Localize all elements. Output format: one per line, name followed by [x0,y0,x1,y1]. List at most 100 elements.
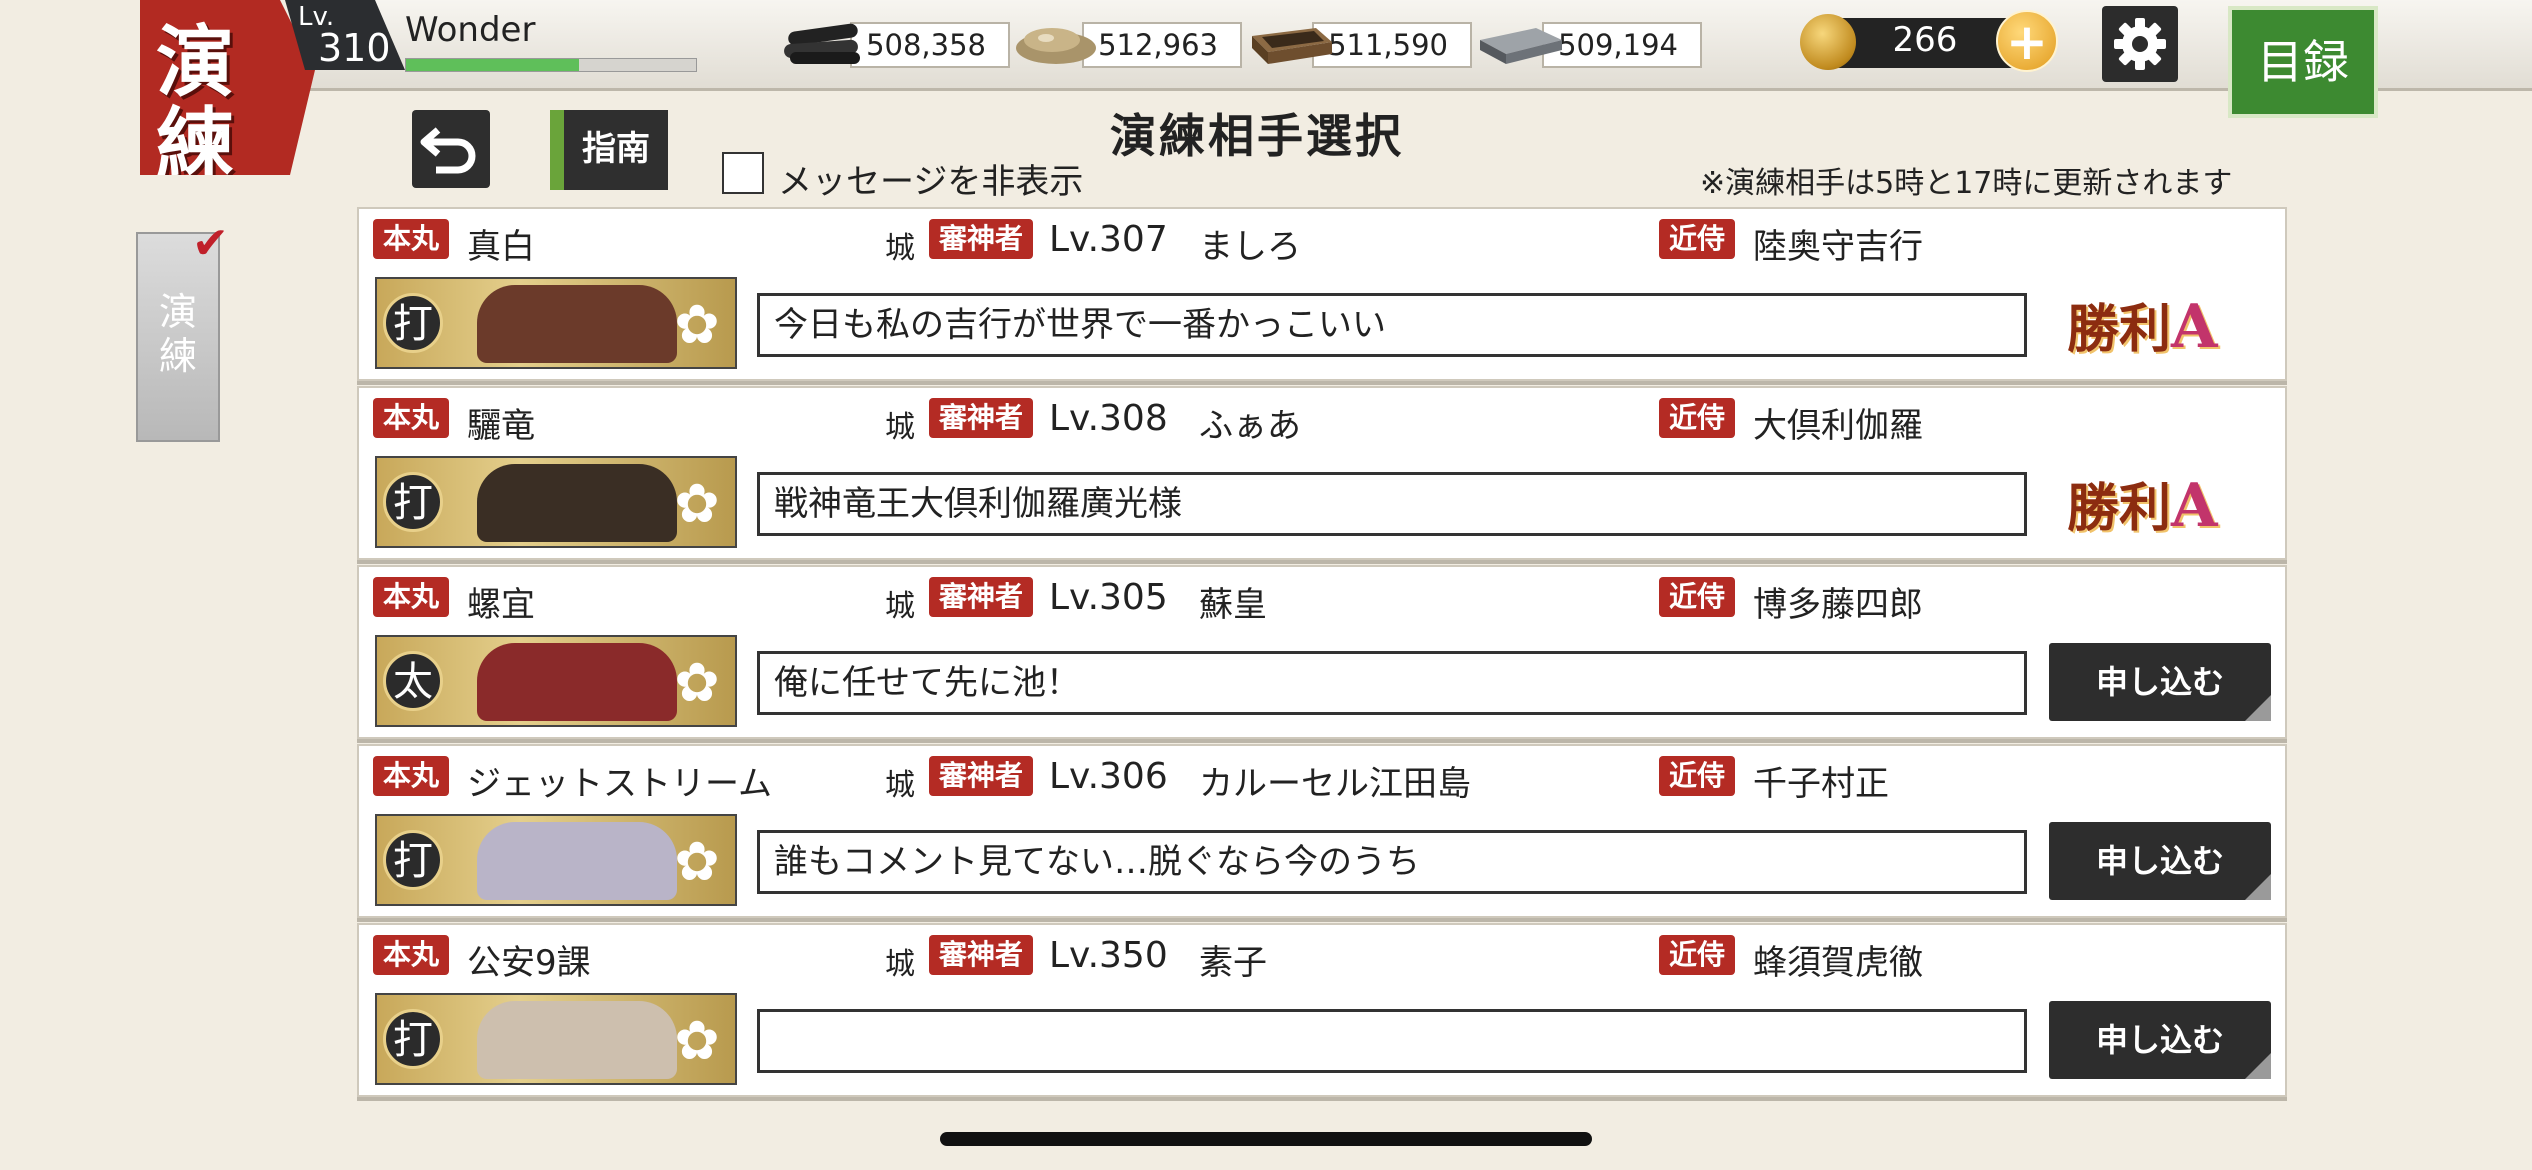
guide-button[interactable]: 指南 [550,110,668,190]
result-text: 勝利 [2067,299,2172,360]
saniwa-level: Lv.308 [1049,398,1168,439]
honmaru-tag: 本丸 [373,935,450,975]
sword-type-badge: 打 [383,1009,443,1069]
back-button[interactable] [412,110,490,188]
attendant-name: 陸奥守吉行 [1753,227,1923,267]
side-tab-label-1: 演 [158,290,197,334]
player-name: Wonder [405,10,536,50]
settings-button[interactable] [2102,6,2178,82]
opponent-message: 今日も私の吉行が世界で一番かっこいい [757,293,2027,357]
honmaru-tag: 本丸 [373,219,450,259]
attendant-tag: 近侍 [1659,577,1736,617]
hide-messages-label: メッセージを非表示 [778,162,1084,202]
character-face [477,464,677,542]
mode-badge-char-bottom: 練 [156,99,235,190]
saniwa-tag: 審神者 [929,219,1034,259]
apply-button[interactable]: 申し込む [2049,1001,2271,1079]
resource-whetstone-value: 509,194 [1542,22,1702,68]
page-title: 演練相手選択 [1110,109,1404,163]
saniwa-name: ましろ [1199,227,1301,267]
saniwa-name: ふぁあ [1199,406,1301,446]
cherry-blossom-icon: ✿ [674,293,720,356]
saniwa-tag: 審神者 [929,756,1034,796]
gear-icon [2114,18,2166,70]
castle-label: 城 [885,410,915,445]
honmaru-name: 驪竜 [467,406,535,446]
saniwa-name: 素子 [1199,943,1267,983]
opponent-card[interactable]: 本丸 真白城審神者 Lv.307 ましろ 近侍 陸奥守吉行打 ✿ 今日も私の吉行が世界で一番か… [357,207,2287,381]
honmaru-tag: 本丸 [373,756,450,796]
saniwa-level: Lv.305 [1049,577,1168,618]
steel-ore-icon [1016,28,1096,64]
castle-label: 城 [885,947,915,982]
sword-type-badge: 打 [383,472,443,532]
sword-type-badge: 打 [383,293,443,353]
honmaru-name: 真白 [467,227,535,267]
sword-type-badge: 打 [383,830,443,890]
attendant-tag: 近侍 [1659,219,1736,259]
result-grade: A [2171,292,2218,362]
return-arrow-icon [420,127,476,174]
saniwa-level: Lv.307 [1049,219,1168,260]
cherry-blossom-icon: ✿ [674,651,720,714]
result-grade: A [2171,471,2218,541]
saniwa-level: Lv.306 [1049,756,1168,797]
checkmark-icon: ✔ [192,218,229,269]
apply-button[interactable]: 申し込む [2049,822,2271,900]
opponent-card[interactable]: 本丸 驪竜城審神者 Lv.308 ふぁあ 近侍 大倶利伽羅打 ✿ 戦神竜王大倶利伽羅廣光様 勝利… [357,386,2287,560]
castle-label: 城 [885,231,915,266]
victory-result: 勝利A [2067,287,2218,362]
leader-portrait: 打 ✿ [375,277,737,369]
home-indicator [940,1132,1592,1146]
saniwa-tag: 審神者 [929,935,1034,975]
add-coins-button[interactable]: + [1996,10,2058,72]
opponent-message [757,1009,2027,1073]
coolant-icon [1252,28,1332,64]
saniwa-tag: 審神者 [929,398,1034,438]
attendant-tag: 近侍 [1659,756,1736,796]
resource-steel-value: 512,963 [1082,22,1242,68]
resource-coolant-value: 511,590 [1312,22,1472,68]
opponent-card[interactable]: 本丸 ジェットストリーム城審神者 Lv.306 カルーセル江田島 近侍 千子村正打 ✿ 誰もコ… [357,744,2287,918]
leader-portrait: 打 ✿ [375,814,737,906]
character-face [477,822,677,900]
saniwa-name: カルーセル江田島 [1199,764,1471,804]
cherry-blossom-icon: ✿ [674,1009,720,1072]
character-face [477,643,677,721]
result-text: 勝利 [2067,478,2172,539]
leader-portrait: 打 ✿ [375,456,737,548]
cherry-blossom-icon: ✿ [674,830,720,893]
side-tab-label-2: 練 [158,334,197,378]
honmaru-name: 螺宜 [467,585,535,625]
opponent-message: 誰もコメント見てない…脱ぐなら今のうち [757,830,2027,894]
opponent-card[interactable]: 本丸 螺宜城審神者 Lv.305 蘇皇 近侍 博多藤四郎太 ✿ 俺に任せて先に池！ 申し込む [357,565,2287,739]
leader-portrait: 打 ✿ [375,993,737,1085]
apply-button[interactable]: 申し込む [2049,643,2271,721]
attendant-name: 大倶利伽羅 [1753,406,1923,446]
honmaru-name: ジェットストリーム [467,764,772,804]
attendant-name: 千子村正 [1753,764,1889,804]
saniwa-level: Lv.350 [1049,935,1168,976]
opponent-message: 俺に任せて先に池！ [757,651,2027,715]
player-level: 310 [318,26,391,70]
coin-icon [1800,14,1856,70]
attendant-name: 博多藤四郎 [1753,585,1923,625]
castle-label: 城 [885,768,915,803]
honmaru-tag: 本丸 [373,577,450,617]
attendant-tag: 近侍 [1659,935,1736,975]
honmaru-tag: 本丸 [373,398,450,438]
leader-portrait: 太 ✿ [375,635,737,727]
resource-charcoal-value: 508,358 [850,22,1010,68]
character-face [477,285,677,363]
cherry-blossom-icon: ✿ [674,472,720,535]
opponent-card[interactable]: 本丸 公安9課城審神者 Lv.350 素子 近侍 蜂須賀虎徹打 ✿ 申し込む [357,923,2287,1097]
charcoal-icon [784,23,860,64]
exp-bar-fill [406,59,579,71]
catalog-button[interactable]: 目録 [2228,6,2378,118]
saniwa-tag: 審神者 [929,577,1034,617]
hide-messages-checkbox[interactable] [722,152,764,194]
attendant-name: 蜂須賀虎徹 [1753,943,1923,983]
attendant-tag: 近侍 [1659,398,1736,438]
sword-type-badge: 太 [383,651,443,711]
castle-label: 城 [885,589,915,624]
